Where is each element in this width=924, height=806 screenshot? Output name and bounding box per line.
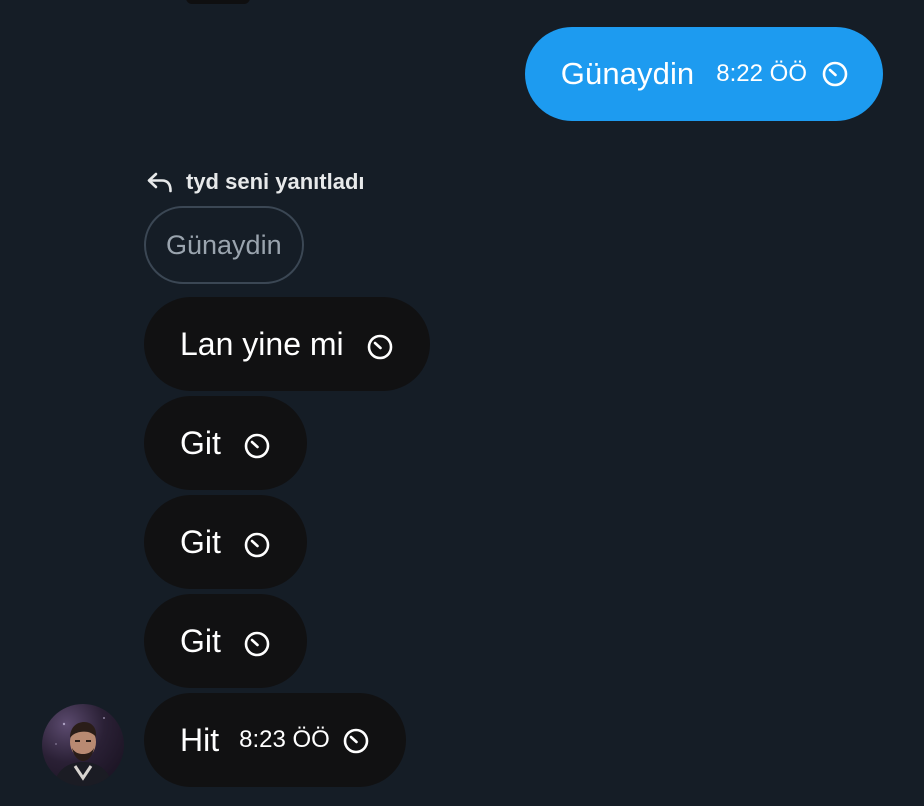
incoming-message-bubble[interactable]: Git [144, 594, 307, 688]
reply-header: tyd seni yanıtladı [146, 166, 365, 198]
quoted-message[interactable]: Günaydin [144, 206, 304, 284]
clock-icon [821, 60, 849, 88]
message-text: Lan yine mi [180, 325, 344, 362]
clock-icon [366, 333, 394, 361]
clock-icon [243, 630, 271, 658]
message-text: Günaydin [560, 56, 695, 91]
incoming-message-bubble[interactable]: Lan yine mi [144, 297, 430, 391]
incoming-message-bubble[interactable]: Git [144, 396, 307, 490]
message-text: Git [180, 523, 221, 560]
reply-header-label: tyd seni yanıtladı [186, 169, 365, 194]
quoted-message-text: Günaydin [166, 229, 282, 260]
clock-icon [243, 432, 271, 460]
clock-icon [243, 531, 271, 559]
message-text: Git [180, 424, 221, 461]
chat-conversation: Günaydin 8:22 ÖÖ tyd seni yanıtladı Güna… [0, 0, 924, 806]
incoming-message-bubble[interactable]: Git [144, 495, 307, 589]
previous-message-edge [186, 0, 250, 4]
clock-icon [342, 727, 370, 755]
outgoing-message-bubble[interactable]: Günaydin 8:22 ÖÖ [524, 27, 883, 121]
message-text: Git [180, 622, 221, 659]
message-time: 8:22 ÖÖ [716, 60, 807, 87]
incoming-message-bubble[interactable]: Hit 8:23 ÖÖ [144, 693, 406, 787]
avatar-icon[interactable] [42, 704, 124, 786]
message-time: 8:23 ÖÖ [239, 726, 330, 753]
reply-arrow-icon [146, 171, 174, 193]
message-text: Hit [180, 721, 220, 758]
